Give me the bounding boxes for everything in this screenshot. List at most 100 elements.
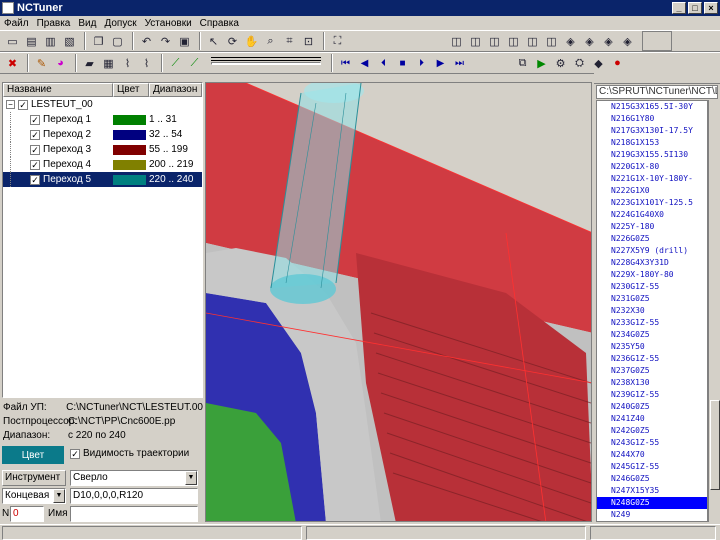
view-iso1-icon[interactable]: ◈ — [562, 33, 579, 50]
program-line[interactable]: N222G1X0 — [597, 185, 707, 197]
trajectory-checkbox[interactable]: ✓ — [70, 448, 80, 459]
program-line[interactable]: N225Y-180 — [597, 221, 707, 233]
program-line[interactable]: N216G1Y80 — [597, 113, 707, 125]
item-checkbox[interactable]: ✓ — [30, 129, 40, 140]
program-line[interactable]: N228G4X3Y31D — [597, 257, 707, 269]
tool-type-select[interactable]: Концевая ▼ — [2, 488, 66, 504]
col-color[interactable]: Цвет — [113, 83, 149, 97]
toolpath-color-icon[interactable]: ⌇ — [138, 55, 155, 72]
menu-view[interactable]: Вид — [78, 18, 96, 29]
tool-dims-field[interactable]: D10,0,0,0,R120 — [70, 488, 198, 504]
new-file-icon[interactable]: ▭ — [4, 33, 21, 50]
program-line[interactable]: N239G1Z-55 — [597, 389, 707, 401]
tree-item[interactable]: ✓ Переход 3 55 .. 199 — [3, 142, 202, 157]
next-frame-icon[interactable]: ⏵ — [413, 55, 430, 72]
program-line[interactable]: N242G0Z5 — [597, 425, 707, 437]
program-line[interactable]: N241Z40 — [597, 413, 707, 425]
program-line[interactable]: N235Y50 — [597, 341, 707, 353]
view-left-icon[interactable]: ◫ — [486, 33, 503, 50]
material-icon[interactable]: ▰ — [81, 55, 98, 72]
close-button[interactable]: × — [704, 2, 718, 14]
export-icon[interactable]: ▧ — [61, 33, 78, 50]
view-front-icon[interactable]: ◫ — [448, 33, 465, 50]
menu-settings[interactable]: Установки — [145, 18, 192, 29]
program-line[interactable]: N219G3X155.5I130 — [597, 149, 707, 161]
program-line[interactable]: N215G3X165.5I-30Y — [597, 101, 707, 113]
menu-tolerance[interactable]: Допуск — [104, 18, 136, 29]
delete-icon[interactable]: ✖ — [4, 55, 21, 72]
col-range[interactable]: Диапазон — [149, 83, 202, 97]
tree-item[interactable]: ✓ Переход 1 1 .. 31 — [3, 112, 202, 127]
program-line[interactable]: N218G1X153 — [597, 137, 707, 149]
run-icon[interactable]: ▶ — [533, 55, 550, 72]
pan-hand-icon[interactable]: ✋ — [243, 33, 260, 50]
program-listing[interactable]: N215G3X165.5I-30Y N216G1Y80 N217G3X130I-17… — [596, 100, 708, 522]
save-file-icon[interactable]: ▥ — [42, 33, 59, 50]
col-name[interactable]: Название — [3, 83, 113, 97]
program-line[interactable]: N244X70 — [597, 449, 707, 461]
program-vscroll-thumb[interactable] — [710, 400, 720, 490]
fixture-icon[interactable]: ⛭ — [571, 55, 588, 72]
ruler-icon[interactable]: ⟋ — [167, 55, 184, 72]
machine-icon[interactable]: ⚙ — [552, 55, 569, 72]
root-checkbox[interactable]: ✓ — [18, 99, 28, 110]
simulation-speed-slider[interactable] — [211, 57, 321, 69]
minimize-button[interactable]: _ — [672, 2, 686, 14]
menu-file[interactable]: Файл — [4, 18, 29, 29]
program-line[interactable]: N217G3X130I-17.5Y — [597, 125, 707, 137]
rotate-icon[interactable]: ⟳ — [224, 33, 241, 50]
n-field[interactable]: 0 — [10, 506, 44, 522]
program-line[interactable]: N224G1G40X0 — [597, 209, 707, 221]
tree-item[interactable]: ✓ Переход 5 220 .. 240 — [3, 172, 202, 187]
prev-frame-icon[interactable]: ⏴ — [375, 55, 392, 72]
dropdown-arrow-icon[interactable]: ▼ — [53, 489, 65, 503]
layers-icon[interactable]: ⧉ — [514, 55, 531, 72]
program-line[interactable]: N229X-180Y-80 — [597, 269, 707, 281]
tree-item[interactable]: ✓ Переход 2 32 .. 54 — [3, 127, 202, 142]
tool-select[interactable]: Сверло ▼ — [70, 470, 198, 486]
program-line[interactable]: N243G1Z-55 — [597, 437, 707, 449]
program-line[interactable]: N223G1X101Y-125.5 — [597, 197, 707, 209]
wand-icon[interactable]: ✎ — [33, 55, 50, 72]
name-field[interactable] — [70, 506, 198, 522]
view-right-icon[interactable]: ◫ — [505, 33, 522, 50]
item-checkbox[interactable]: ✓ — [30, 159, 40, 170]
menu-help[interactable]: Справка — [200, 18, 239, 29]
program-line[interactable]: N234G0Z5 — [597, 329, 707, 341]
menu-edit[interactable]: Правка — [37, 18, 71, 29]
program-line[interactable]: N227X5Y9 (drill) — [597, 245, 707, 257]
view-top-icon[interactable]: ◫ — [524, 33, 541, 50]
zoom-window-icon[interactable]: ⌗ — [281, 33, 298, 50]
program-hscroll[interactable] — [594, 72, 720, 84]
view-bottom-icon[interactable]: ◫ — [543, 33, 560, 50]
program-line[interactable]: N249 — [597, 509, 707, 521]
program-line[interactable]: N226G0Z5 — [597, 233, 707, 245]
tool-view-icon[interactable]: ⛶ — [329, 33, 346, 50]
zoom-icon[interactable]: ⌕ — [262, 33, 279, 50]
program-line[interactable]: N237G0Z5 — [597, 365, 707, 377]
program-line[interactable]: N233G1Z-55 — [597, 317, 707, 329]
measure-icon[interactable]: ⟋ — [186, 55, 203, 72]
program-line[interactable]: N230G1Z-55 — [597, 281, 707, 293]
tree-item[interactable]: ✓ Переход 4 200 .. 219 — [3, 157, 202, 172]
program-line[interactable]: N236G1Z-55 — [597, 353, 707, 365]
pointer-icon[interactable]: ↖ — [205, 33, 222, 50]
palette-icon[interactable]: ◕ — [52, 55, 69, 72]
view-iso2-icon[interactable]: ◈ — [581, 33, 598, 50]
program-line[interactable]: N232X30 — [597, 305, 707, 317]
fast-forward-icon[interactable]: ⏭ — [451, 55, 468, 72]
item-checkbox[interactable]: ✓ — [30, 114, 40, 125]
open-file-icon[interactable]: ▤ — [23, 33, 40, 50]
program-line[interactable]: N231G0Z5 — [597, 293, 707, 305]
program-line[interactable]: N221G1X-10Y-180Y- — [597, 173, 707, 185]
copy-icon[interactable]: ❐ — [90, 33, 107, 50]
program-line[interactable]: N220G1X-80 — [597, 161, 707, 173]
program-line[interactable]: N240G0Z5 — [597, 401, 707, 413]
item-checkbox[interactable]: ✓ — [30, 174, 40, 185]
step-back-icon[interactable]: ◀ — [356, 55, 373, 72]
undo-icon[interactable]: ↶ — [138, 33, 155, 50]
alert-icon[interactable]: ● — [609, 55, 626, 72]
fit-icon[interactable]: ⊡ — [300, 33, 317, 50]
program-line[interactable]: N246G0Z5 — [597, 473, 707, 485]
trajectory-visibility[interactable]: ✓ Видимость траектории — [70, 448, 189, 459]
